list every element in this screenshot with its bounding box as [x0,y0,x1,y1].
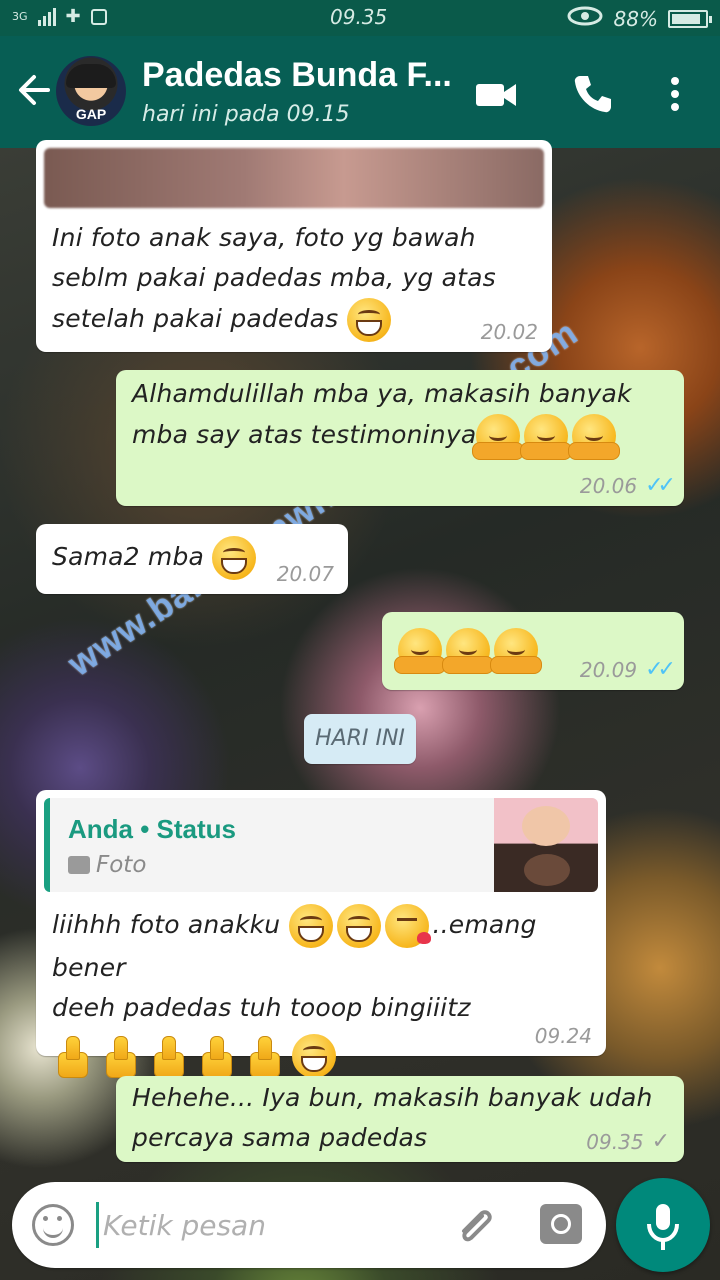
battery-percent: 88% [613,6,658,31]
avatar[interactable]: GAP [56,56,126,126]
message-time: 20.02 [480,320,538,344]
quote-type: Foto [96,852,147,878]
hugging-emoji-icon [490,628,542,674]
message-outgoing[interactable]: Alhamdulillah mba ya, makasih banyak mba… [116,370,684,506]
message-text-line: Alhamdulillah mba ya, makasih banyak [132,379,632,408]
status-bar: 3G ✚ 09.35 88% [0,0,720,36]
more-options-icon[interactable] [660,72,690,116]
bbm-icon [90,8,107,25]
message-text-line: Ini foto anak saya, foto yg bawah [52,223,476,252]
camera-button-icon[interactable] [540,1204,582,1244]
back-arrow-icon[interactable] [14,70,54,110]
message-time: 09.24 [534,1024,592,1048]
attach-icon[interactable] [452,1202,498,1248]
grinning-emoji-icon [292,1034,336,1078]
network-type: 3G [12,9,28,23]
grinning-emoji-icon [288,904,333,948]
read-receipt-icon: ✓✓ [645,473,676,498]
voice-call-icon[interactable] [570,72,614,116]
camera-icon [68,856,90,874]
grinning-emoji-icon [346,298,391,342]
message-text-line: mba say atas testimoninya [132,420,477,449]
message-incoming[interactable]: Anda • Status Foto liihhh foto anakku ..… [36,790,606,1078]
eye-icon [566,5,604,32]
emoji-picker-icon[interactable] [32,1204,74,1246]
thumbs-up-emoji-icon [148,1034,192,1078]
message-text-line: Hehehe... Iya bun, makasih banyak udah [132,1083,653,1112]
notification-icon: ✚ [65,6,81,27]
video-call-icon[interactable] [474,72,518,116]
message-text-line: deeh padedas tuh tooop bingiiitz [52,993,471,1022]
grinning-emoji-icon [212,536,257,580]
chat-title[interactable]: Padedas Bunda F... [142,56,452,95]
hugging-emoji-icon [520,414,573,460]
quoted-status[interactable]: Anda • Status Foto [44,798,598,892]
message-incoming[interactable]: Sama2 mba 20.07 [36,524,348,594]
last-seen: hari ini pada 09.15 [142,102,350,127]
avatar-shirt-text: GAP [75,106,107,122]
sent-tick-icon: ✓ [651,1129,670,1154]
date-divider: HARI INI [304,714,416,764]
message-input[interactable] [96,1202,436,1248]
read-receipt-icon: ✓✓ [645,657,676,682]
message-outgoing[interactable]: 20.09 ✓✓ [382,612,684,690]
voice-record-button[interactable] [616,1178,710,1272]
message-time: 20.06 [579,473,638,498]
message-time: 09.35 [586,1129,644,1154]
grinning-emoji-icon [336,904,381,948]
thumbs-up-emoji-icon [52,1034,96,1078]
chat-header: GAP Padedas Bunda F... hari ini pada 09.… [0,36,720,148]
hugging-emoji-icon [568,414,621,460]
microphone-icon [647,1204,679,1250]
message-composer [12,1182,606,1268]
thumbs-up-emoji-icon [100,1034,144,1078]
status-time: 09.35 [330,5,388,29]
quote-author: Anda • Status [68,814,237,844]
message-outgoing[interactable]: Hehehe... Iya bun, makasih banyak udah p… [116,1076,684,1162]
message-time: 20.09 [579,657,638,682]
battery-fill [672,13,701,24]
thumbs-up-emoji-icon [244,1034,288,1078]
photo-thumbnail[interactable] [44,148,544,208]
hugging-emoji-icon [394,628,446,674]
message-time: 20.07 [276,562,334,586]
thumbs-up-emoji-icon [196,1034,240,1078]
kissing-heart-emoji-icon [384,904,431,948]
message-text-line: Sama2 mba [52,542,205,571]
battery-icon [668,9,712,28]
message-text-line: liihhh foto anakku [52,910,281,939]
hugging-emoji-icon [472,414,525,460]
signal-icon [37,7,56,26]
avatar-cap [66,64,116,88]
hugging-emoji-icon [442,628,494,674]
quote-thumbnail [494,798,598,892]
message-text-line: setelah pakai padedas [52,304,339,333]
message-text-line: seblm pakai padedas mba, yg atas [52,263,496,292]
message-incoming[interactable]: Ini foto anak saya, foto yg bawah seblm … [36,140,552,352]
